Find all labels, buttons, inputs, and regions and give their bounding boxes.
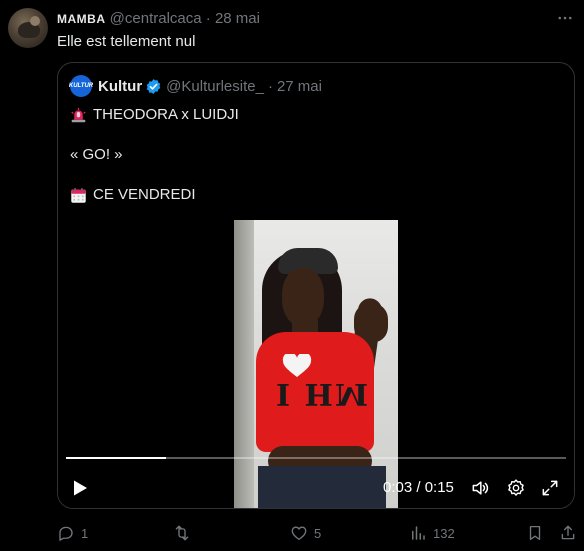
views-count: 132 xyxy=(433,525,455,541)
user-handle[interactable]: @centralcaca xyxy=(110,10,202,27)
play-icon xyxy=(74,480,87,496)
analytics-icon xyxy=(412,526,425,540)
display-name[interactable]: MAMBA xyxy=(57,12,106,26)
bookmark-icon xyxy=(529,525,541,541)
settings-button[interactable] xyxy=(506,478,526,498)
video-subject-jeans xyxy=(258,466,386,508)
video-wall xyxy=(234,220,254,508)
quote-line-1: THEODORA x LUIDJI xyxy=(70,105,239,125)
more-button[interactable] xyxy=(555,8,575,28)
video-progress-fill xyxy=(66,457,166,459)
quote-avatar[interactable]: KULTUR xyxy=(68,75,94,97)
quoted-tweet[interactable]: KULTUR Kultur @Kulturlesite_ · 27 mai TH… xyxy=(57,62,575,509)
like-count: 5 xyxy=(314,525,322,541)
fullscreen-button[interactable] xyxy=(540,478,560,498)
calendar-emoji-icon xyxy=(71,187,86,203)
video-time: 0:03 / 0:15 xyxy=(383,479,454,496)
shirt-text: I HM xyxy=(276,376,371,411)
video-frame: I HM xyxy=(234,220,398,508)
shirt-heart-icon xyxy=(282,354,312,377)
quote-line-1-text: THEODORA x LUIDJI xyxy=(93,106,239,123)
fullscreen-icon xyxy=(542,480,558,496)
video-progress-bar[interactable] xyxy=(66,457,566,459)
quote-line-2: « GO! » xyxy=(70,145,123,165)
tweet-header: MAMBA @centralcaca · 28 mai xyxy=(57,10,260,28)
like-button[interactable]: 5 xyxy=(290,522,321,544)
quote-header: KULTUR Kultur @Kulturlesite_ · 27 mai xyxy=(68,75,322,97)
verified-badge-icon xyxy=(146,78,161,94)
quote-line-3-text: CE VENDREDI xyxy=(93,186,196,203)
more-dots-icon xyxy=(558,16,572,20)
siren-emoji-icon xyxy=(71,107,86,122)
gear-icon xyxy=(508,479,524,496)
play-button[interactable] xyxy=(70,478,90,498)
bookmark-button[interactable] xyxy=(526,522,550,544)
quote-line-2-text: « GO! » xyxy=(70,146,123,163)
quote-line-3: CE VENDREDI xyxy=(70,185,196,205)
reply-count: 1 xyxy=(81,525,89,541)
video-subject-face xyxy=(282,268,324,326)
volume-icon xyxy=(472,481,489,495)
tweet[interactable]: MAMBA @centralcaca · 28 mai Elle est tel… xyxy=(0,0,584,551)
volume-button[interactable] xyxy=(470,478,490,498)
heart-icon xyxy=(291,526,307,541)
tweet-text: Elle est tellement nul xyxy=(57,33,196,50)
separator-dot: · xyxy=(205,10,211,27)
retweet-button[interactable] xyxy=(173,522,197,544)
reply-button[interactable]: 1 xyxy=(57,522,88,544)
quote-date[interactable]: 27 mai xyxy=(277,78,322,95)
views-button[interactable]: 132 xyxy=(409,522,455,544)
quote-user-handle[interactable]: @Kulturlesite_ xyxy=(166,78,264,95)
video-player[interactable]: I HM 0:03 / 0:15 xyxy=(58,220,574,508)
share-button[interactable] xyxy=(559,522,583,544)
reply-icon xyxy=(59,526,73,541)
retweet-icon xyxy=(175,525,189,541)
tweet-actions: 1 5 132 xyxy=(57,522,577,544)
avatar-highlight xyxy=(30,16,40,26)
tweet-date[interactable]: 28 mai xyxy=(215,10,260,27)
quote-separator-dot: · xyxy=(267,77,273,95)
quote-avatar-logo: KULTUR xyxy=(68,83,94,89)
quote-display-name[interactable]: Kultur xyxy=(98,78,142,95)
share-icon xyxy=(561,525,575,540)
user-avatar[interactable] xyxy=(8,8,48,48)
